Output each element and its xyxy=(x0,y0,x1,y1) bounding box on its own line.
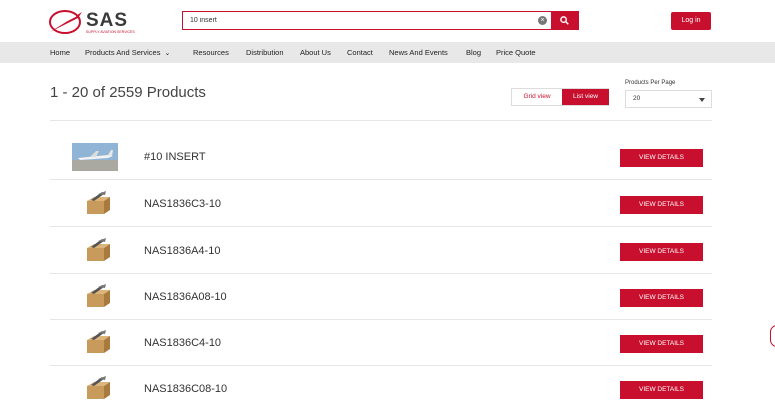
nav-item-label: Blog xyxy=(466,48,482,57)
box-placeholder-icon[interactable] xyxy=(72,375,118,403)
nav-item-contact[interactable]: Contact xyxy=(347,42,373,63)
product-row: #10 INSERT VIEW DETAILS xyxy=(50,134,712,180)
nav-item-label: Distribution xyxy=(246,48,284,57)
nav-item-label: Contact xyxy=(347,48,373,57)
product-name[interactable]: NAS1836A08-10 xyxy=(144,291,227,303)
search-bar: × xyxy=(182,11,579,30)
caret-down-icon xyxy=(699,98,705,102)
search-button[interactable] xyxy=(551,11,579,30)
box-placeholder-icon[interactable] xyxy=(72,283,118,311)
product-row: NAS1836C08-10 VIEW DETAILS xyxy=(50,366,712,407)
view-details-button[interactable]: VIEW DETAILS xyxy=(620,149,703,167)
product-name[interactable]: NAS1836A4-10 xyxy=(144,245,220,257)
sas-logo[interactable]: SAS SUPPLY AVIATION SERVICES xyxy=(48,8,144,36)
chevron-down-icon: ⌄ xyxy=(164,50,171,57)
main-nav: Home Products And Services ⌄ Resources Di… xyxy=(0,42,775,63)
results-count-title: 1 - 20 of 2559 Products xyxy=(50,84,206,101)
logo-wordmark: SAS xyxy=(86,10,129,31)
box-placeholder-icon[interactable] xyxy=(72,237,118,265)
box-placeholder-icon[interactable] xyxy=(72,190,118,218)
grid-view-button[interactable]: Grid view xyxy=(512,89,562,105)
nav-item-label: Products And Services xyxy=(85,48,161,57)
product-row: NAS1836C4-10 VIEW DETAILS xyxy=(50,320,712,366)
product-row: NAS1836C3-10 VIEW DETAILS xyxy=(50,181,712,227)
nav-item-label: Price Quote xyxy=(496,48,536,57)
search-icon xyxy=(560,16,569,25)
nav-item-products-and-services[interactable]: Products And Services ⌄ xyxy=(85,42,170,63)
site-header: SAS SUPPLY AVIATION SERVICES × Log in xyxy=(0,0,775,42)
logo-swoosh-icon xyxy=(49,10,82,34)
per-page-value: 20 xyxy=(633,95,641,102)
view-details-button[interactable]: VIEW DETAILS xyxy=(620,335,703,353)
view-toggle: Grid view List view xyxy=(511,88,609,106)
divider xyxy=(50,120,712,121)
view-details-button[interactable]: VIEW DETAILS xyxy=(620,196,703,214)
product-row: NAS1836A08-10 VIEW DETAILS xyxy=(50,274,712,320)
nav-item-label: Home xyxy=(50,48,71,57)
view-details-button[interactable]: VIEW DETAILS xyxy=(620,289,703,307)
nav-item-label: News And Events xyxy=(389,48,448,57)
view-details-button[interactable]: VIEW DETAILS xyxy=(620,381,703,399)
product-name[interactable]: NAS1836C08-10 xyxy=(144,383,227,395)
nav-item-home[interactable]: Home xyxy=(50,42,70,63)
nav-item-label: About Us xyxy=(300,48,331,57)
list-view-button[interactable]: List view xyxy=(562,89,609,105)
product-row: NAS1836A4-10 VIEW DETAILS xyxy=(50,228,712,274)
close-circle-icon[interactable]: × xyxy=(538,16,547,25)
per-page-select[interactable]: 20 xyxy=(625,90,712,108)
nav-item-news-and-events[interactable]: News And Events xyxy=(389,42,448,63)
product-name[interactable]: #10 INSERT xyxy=(144,151,206,163)
product-name[interactable]: NAS1836C3-10 xyxy=(144,198,221,210)
view-details-button[interactable]: VIEW DETAILS xyxy=(620,243,703,261)
per-page-label: Products Per Page xyxy=(625,80,676,86)
search-input[interactable] xyxy=(183,12,533,29)
nav-item-about-us[interactable]: About Us xyxy=(300,42,331,63)
floating-chat-button[interactable] xyxy=(770,325,775,347)
nav-item-label: Resources xyxy=(193,48,229,57)
nav-item-price-quote[interactable]: Price Quote xyxy=(496,42,536,63)
product-name[interactable]: NAS1836C4-10 xyxy=(144,337,221,349)
logo-tagline: SUPPLY AVIATION SERVICES xyxy=(86,30,135,34)
login-button[interactable]: Log in xyxy=(671,12,711,30)
nav-item-resources[interactable]: Resources xyxy=(193,42,229,63)
nav-item-blog[interactable]: Blog xyxy=(466,42,481,63)
aircraft-photo[interactable] xyxy=(72,143,118,171)
box-placeholder-icon[interactable] xyxy=(72,329,118,357)
nav-item-distribution[interactable]: Distribution xyxy=(246,42,284,63)
